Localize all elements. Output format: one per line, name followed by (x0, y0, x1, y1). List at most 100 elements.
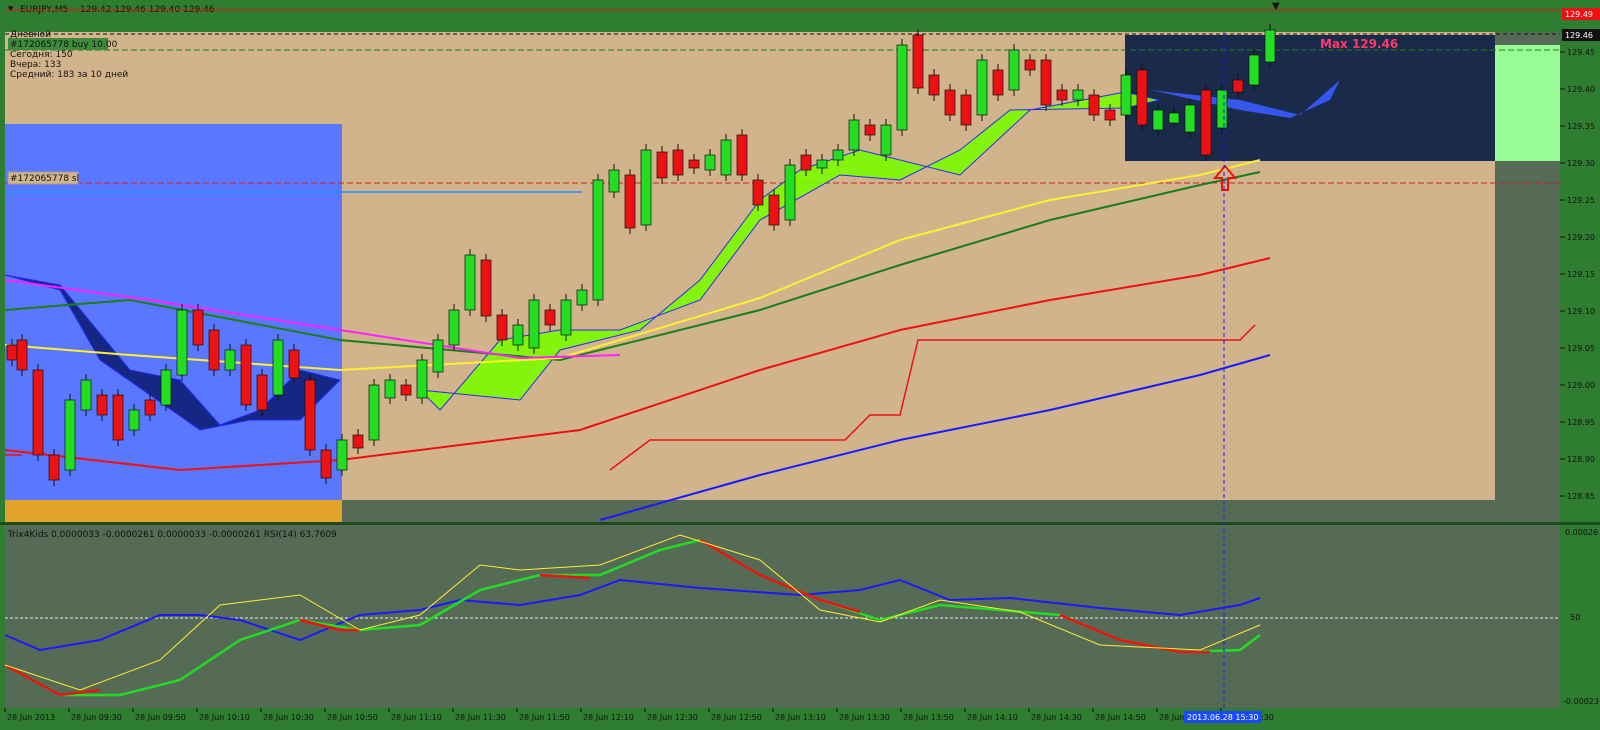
time-tick-label: 28 Jun 10:30 (263, 713, 314, 722)
time-tick-label: 28 Jun 13:30 (839, 713, 890, 722)
candle-body (1056, 89, 1068, 101)
candle-body (224, 349, 236, 371)
time-tick-label: 28 Jun 10:50 (327, 713, 378, 722)
candle-body (1168, 112, 1180, 124)
candle-body (160, 369, 172, 406)
indicator-title: Trix4Kids 0.0000033 -0.0000261 0.0000033… (7, 530, 337, 540)
time-tick-label: 28 Jun 09:50 (135, 713, 186, 722)
account-line-1: Дневной (10, 30, 51, 40)
time-tick-label: 28 Jun 14:10 (967, 713, 1018, 722)
price-tick-label: 129.45 (1567, 48, 1595, 57)
below-zone (342, 500, 1495, 522)
candle-body (432, 339, 444, 373)
candle-body (1120, 74, 1132, 116)
candle-body (32, 369, 44, 456)
candle-body (320, 449, 332, 479)
time-tick-label: 28 Jun 14:30 (1031, 713, 1082, 722)
time-tick-label: 28 Jun 12:50 (711, 713, 762, 722)
candle-body (576, 289, 588, 306)
candle-body (256, 374, 268, 411)
price-tick-label: 129.40 (1567, 85, 1595, 94)
candle-body (272, 339, 284, 396)
candle-body (368, 384, 380, 441)
candle-body (1232, 79, 1244, 93)
candle-body (816, 159, 828, 169)
candle-body (1008, 49, 1020, 91)
candle-body (704, 154, 716, 171)
candle-body (624, 174, 636, 229)
shift-marker-icon: ▼ (1272, 1, 1280, 12)
candle-body (848, 119, 860, 151)
candle-body (592, 179, 604, 301)
candle-body (720, 139, 732, 176)
candle-body (304, 379, 316, 451)
candle-body (144, 399, 156, 416)
price-tick-label: 128.85 (1567, 492, 1595, 501)
candle-body (1248, 54, 1260, 86)
candle-body (384, 379, 396, 399)
candle-body (288, 349, 300, 379)
candle-body (464, 254, 476, 311)
price-tick-label: 129.20 (1567, 233, 1595, 242)
time-tick-label: 28 Jun 11:30 (455, 713, 506, 722)
account-line-4: Вчера: 133 (10, 60, 61, 70)
candle-body (48, 454, 60, 481)
candle-body (1072, 89, 1084, 101)
price-tick-label: 129.10 (1567, 307, 1595, 316)
candle-body (1040, 59, 1052, 106)
ind-axis-mid: 50 (1570, 613, 1580, 622)
price-tick-label: 128.90 (1567, 455, 1595, 464)
candle-body (1088, 94, 1100, 116)
candle-body (512, 324, 524, 346)
candle-body (80, 379, 92, 411)
time-tick-label: 28 Jun 13:10 (775, 713, 826, 722)
candle-body (768, 194, 780, 226)
time-tick-label: 28 Jun 11:10 (391, 713, 442, 722)
candle-body (1024, 59, 1036, 71)
candle-body (336, 439, 348, 471)
candle-body (192, 309, 204, 346)
candle-body (528, 299, 540, 349)
time-tick-label: 28 Jun 12:30 (647, 713, 698, 722)
candle-body (16, 339, 28, 371)
session-box-orange (5, 500, 342, 522)
candle-body (560, 299, 572, 336)
price-tick-label: 129.15 (1567, 270, 1595, 279)
price-tick-label: 129.05 (1567, 344, 1595, 353)
top-price-label: 129.49 (1565, 10, 1593, 19)
time-tick-label: 28 Jun 10:10 (199, 713, 250, 722)
price-tick-label: 129.25 (1567, 196, 1595, 205)
candle-body (928, 74, 940, 96)
candle-body (1264, 29, 1276, 63)
price-tick-label: 129.00 (1567, 381, 1595, 390)
account-line-3: Сегодня: 150 (10, 50, 73, 60)
candle-body (240, 344, 252, 406)
candle-body (1104, 109, 1116, 121)
range-box-light (1495, 45, 1560, 161)
candle-body (736, 134, 748, 176)
chart-window[interactable]: ▾ EURJPY,M5 129.42 129.46 129.40 129.46 … (0, 0, 1600, 726)
dropdown-icon: ▾ (8, 2, 14, 15)
cursor-time-label: 2013.06.28 15:30 (1187, 713, 1258, 722)
candle-body (480, 259, 492, 317)
price-chart[interactable]: ▾ EURJPY,M5 129.42 129.46 129.40 129.46 … (0, 0, 1600, 726)
sl-label: #172065778 sl (10, 174, 79, 184)
candle-body (448, 309, 460, 346)
candle-body (976, 59, 988, 116)
candle-body (832, 149, 844, 161)
candle-body (416, 359, 428, 399)
candle-body (752, 179, 764, 206)
candle-body (6, 344, 18, 361)
candle-body (1152, 109, 1164, 131)
candle-body (912, 34, 924, 89)
candle-body (800, 154, 812, 171)
time-tick-label: 28 Jun 11:50 (519, 713, 570, 722)
candle-body (688, 159, 700, 169)
candle-body (208, 329, 220, 371)
title-bar (0, 0, 1600, 18)
candle-body (944, 89, 956, 116)
candle-body (1184, 104, 1196, 133)
candle-body (64, 399, 76, 471)
candle-body (1200, 89, 1212, 156)
candle-body (864, 124, 876, 136)
